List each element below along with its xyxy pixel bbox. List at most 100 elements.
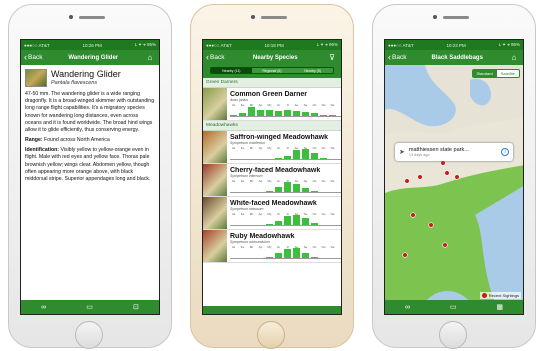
- bottom-toolbar: ∞ ▭ ⊡: [21, 300, 159, 314]
- nav-title: Nearby Species: [252, 54, 298, 61]
- camera: [251, 15, 255, 19]
- identification: Identification: Visibly yellow to yellow…: [25, 147, 155, 183]
- month-label: Jn: [276, 179, 281, 183]
- month-label: Ap: [258, 212, 263, 216]
- flight-season-bar: [275, 253, 282, 258]
- month-label: Oc: [312, 212, 317, 216]
- map-satellite-button[interactable]: Satellite: [497, 70, 519, 77]
- nav-bar: ‹ Back Nearby Species ⊽: [203, 50, 341, 65]
- phone-nearby-species: ●●●○○ AT&T 10:18 PM L ✦ ⌖ 96% ‹ Back Nea…: [190, 4, 354, 349]
- map-canvas[interactable]: [385, 65, 524, 302]
- month-label: Oc: [312, 179, 317, 183]
- month-label: Ja: [231, 245, 236, 249]
- month-label: Au: [294, 179, 299, 183]
- speaker: [443, 16, 469, 19]
- species-header: Wandering Glider Pantala flavescens: [25, 68, 155, 88]
- link-icon[interactable]: ∞: [405, 304, 410, 311]
- speaker: [79, 16, 105, 19]
- species-thumbnail: [203, 197, 227, 229]
- clock: 10:26 PM: [82, 42, 102, 48]
- back-button[interactable]: ‹ Back: [24, 53, 42, 62]
- segment-nearby[interactable]: Nearby (11): [211, 68, 252, 73]
- link-icon[interactable]: ∞: [41, 304, 46, 311]
- month-label: Ap: [258, 245, 263, 249]
- sightings-map[interactable]: Standard Satellite ➤ matthiessen state p…: [385, 65, 524, 302]
- home-button[interactable]: [439, 321, 467, 349]
- bottom-toolbar: ∞ ▭ ▦: [385, 300, 523, 314]
- legend-label: Recent Sightings: [488, 293, 519, 298]
- species-row[interactable]: Common Green Darner Anax junius Ja Fe Mr Ap My…: [203, 88, 341, 121]
- image-icon[interactable]: ▭: [450, 303, 457, 311]
- month-label: Oc: [312, 103, 317, 107]
- screen: ●●●○○ AT&T 10:18 PM L ✦ ⌖ 96% ‹ Back Nea…: [202, 39, 342, 315]
- month-label: Fe: [240, 212, 245, 216]
- grid-icon[interactable]: ▦: [496, 303, 503, 311]
- chevron-left-icon: ‹: [388, 52, 391, 62]
- range-text: Found across North America: [44, 137, 110, 144]
- month-label: Ja: [231, 103, 236, 107]
- filter-icon[interactable]: ⊽: [326, 53, 338, 62]
- scientific-name: Pantala flavescens: [51, 80, 98, 87]
- species-list: Green Darners Common Green Darner Anax jun…: [203, 78, 341, 263]
- species-scientific-name: Sympetrum internum: [230, 174, 263, 178]
- species-row[interactable]: Ruby Meadowhawk Sympetrum rubicundulum Ja F…: [203, 230, 341, 263]
- info-icon[interactable]: i: [501, 148, 509, 156]
- speaker: [261, 16, 287, 19]
- clock: 10:18 PM: [264, 42, 284, 48]
- sighting-dot-icon: [481, 293, 487, 298]
- expand-icon[interactable]: ⊡: [133, 303, 139, 311]
- image-icon[interactable]: ▭: [86, 303, 93, 311]
- species-thumbnail[interactable]: [25, 68, 47, 87]
- map-standard-button[interactable]: Standard: [472, 70, 497, 77]
- section-header: Meadowhawks: [203, 121, 341, 131]
- flight-season-bar: [266, 191, 273, 192]
- species-row[interactable]: Saffron-winged Meadowhawk Sympetrum costi…: [203, 131, 341, 164]
- sighting-callout[interactable]: ➤ matthiessen state park... 13 days ago …: [395, 143, 513, 161]
- species-row[interactable]: Cherry-faced Meadowhawk Sympetrum internu…: [203, 164, 341, 197]
- month-label: Oc: [312, 146, 317, 150]
- sighting-pin: [440, 160, 446, 166]
- flight-season-bar: [320, 115, 327, 116]
- home-icon[interactable]: ⌂: [508, 53, 520, 62]
- month-label: No: [321, 212, 326, 216]
- flight-season-bar: [302, 149, 309, 159]
- status-bar: ●●●○○ AT&T 10:23 PM L ✦ ⌖ 95%: [385, 40, 523, 50]
- callout-subtitle: 13 days ago: [408, 153, 430, 157]
- flight-season-bar: [266, 110, 273, 116]
- month-label: Jn: [276, 103, 281, 107]
- battery: L ✦ ⌖ 95%: [498, 42, 520, 47]
- segment-third[interactable]: Nearby (5): [292, 68, 333, 73]
- species-scientific-name: Sympetrum costiferum: [230, 141, 266, 145]
- battery: L ✦ ⌖ 96%: [316, 42, 338, 47]
- month-label: Se: [303, 245, 308, 249]
- species-name: Common Green Darner: [230, 91, 308, 98]
- segment-regional[interactable]: Regional (6): [251, 68, 293, 73]
- back-button[interactable]: ‹ Back: [388, 53, 406, 62]
- species-thumbnail: [203, 164, 227, 196]
- phone-sightings-map: ●●●○○ AT&T 10:23 PM L ✦ ⌖ 95% ‹ Back Bla…: [372, 4, 536, 349]
- sighting-pin: [444, 170, 450, 176]
- month-label: Mr: [249, 146, 254, 150]
- camera: [433, 15, 437, 19]
- month-label: Jn: [276, 245, 281, 249]
- species-scientific-name: Sympetrum obtrusum: [230, 207, 264, 211]
- back-button[interactable]: ‹ Back: [206, 53, 224, 62]
- month-label: My: [267, 245, 272, 249]
- month-label: Oc: [312, 245, 317, 249]
- month-label: Jn: [276, 146, 281, 150]
- home-button[interactable]: [257, 321, 285, 349]
- flight-season-chart: [230, 248, 341, 259]
- month-label: Fe: [240, 146, 245, 150]
- section-header: Green Darners: [203, 78, 341, 88]
- month-label: Fe: [240, 179, 245, 183]
- month-label: My: [267, 179, 272, 183]
- back-label: Back: [210, 54, 225, 61]
- home-icon[interactable]: ⌂: [144, 53, 156, 62]
- month-label: Mr: [249, 212, 254, 216]
- status-bar: ●●●○○ AT&T 10:18 PM L ✦ ⌖ 96%: [203, 40, 341, 50]
- month-label: Se: [303, 179, 308, 183]
- species-row[interactable]: White-faced Meadowhawk Sympetrum obtrusum…: [203, 197, 341, 230]
- month-label: No: [321, 103, 326, 107]
- flight-season-bar: [302, 112, 309, 116]
- home-button[interactable]: [75, 321, 103, 349]
